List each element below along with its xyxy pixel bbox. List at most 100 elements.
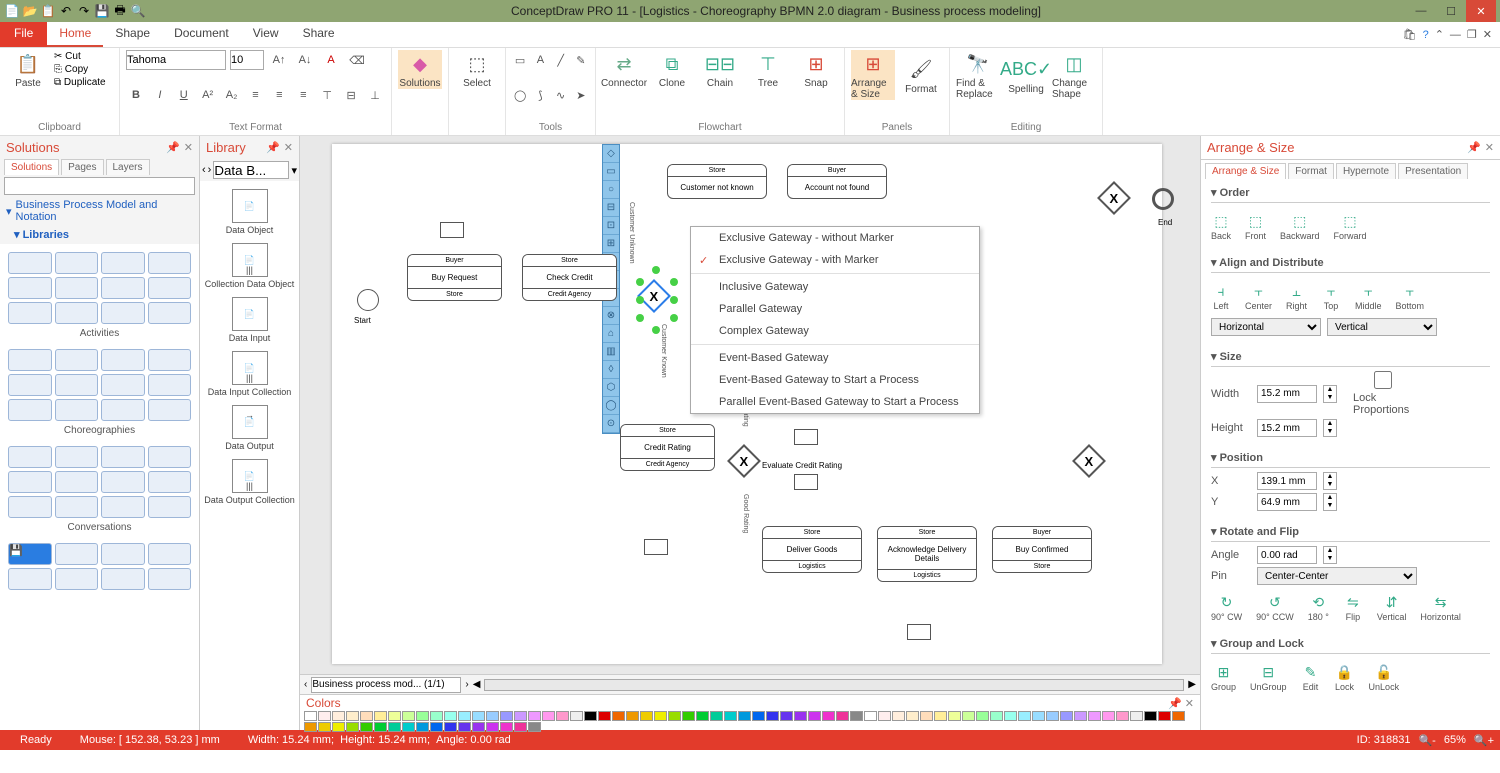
qat-copy-icon[interactable]: 📋	[40, 3, 56, 19]
panel-pin-icon[interactable]: 📌	[1467, 141, 1481, 154]
tab-hypernote[interactable]: Hypernote	[1336, 163, 1396, 179]
gateway-selected[interactable]: X	[642, 284, 666, 308]
node-cust-not-known[interactable]: Store Customer not known	[667, 164, 767, 199]
x-input[interactable]	[1257, 472, 1317, 490]
node-credit-rating[interactable]: Store Credit Rating Credit Agency	[620, 424, 715, 471]
align-top-button[interactable]: ⫟Top	[1321, 281, 1341, 311]
chain-button[interactable]: ⊟⊟Chain	[698, 50, 742, 89]
font-size-select[interactable]	[230, 50, 264, 70]
paste-button[interactable]: 📋Paste	[6, 50, 50, 89]
start-event[interactable]	[357, 289, 379, 311]
qat-open-icon[interactable]: 📂	[22, 3, 38, 19]
angle-input[interactable]	[1257, 546, 1317, 564]
node-deliver-goods[interactable]: Store Deliver Goods Logistics	[762, 526, 862, 573]
solutions-button[interactable]: ◆Solutions	[398, 50, 442, 89]
tool-arc-icon[interactable]: ⟆	[532, 85, 548, 105]
rotate-180-button[interactable]: ⟲180 °	[1308, 592, 1329, 622]
align-center-button[interactable]: ⫟Center	[1245, 281, 1272, 311]
dist-vertical-select[interactable]: Vertical	[1327, 318, 1437, 336]
close-button[interactable]: ✕	[1466, 0, 1496, 22]
solutions-tab[interactable]: Solutions	[4, 159, 59, 175]
align-top-icon[interactable]: ⊤	[317, 85, 337, 105]
ctx-item[interactable]: Exclusive Gateway - with Marker	[691, 249, 979, 271]
order-back-button[interactable]: ⬚Back	[1211, 211, 1231, 241]
ctx-item[interactable]: Event-Based Gateway to Start a Process	[691, 369, 979, 391]
help-icon[interactable]: ?	[1423, 29, 1429, 41]
rotate-90ccw-button[interactable]: ↺90° CCW	[1256, 592, 1294, 622]
gateway-top[interactable]: X	[1102, 186, 1126, 210]
window-maximize2-icon[interactable]: ❐	[1467, 28, 1477, 41]
align-left-icon[interactable]: ≡	[246, 85, 266, 105]
node-buy-request[interactable]: Buyer Buy Request Store	[407, 254, 502, 301]
shape-data-output-collection[interactable]: 📄|||Data Output Collection	[204, 455, 295, 509]
ctx-item[interactable]: Complex Gateway	[691, 320, 979, 342]
tree-button[interactable]: ⊤Tree	[746, 50, 790, 89]
gateway-merge[interactable]: X	[1077, 449, 1101, 473]
align-right-button[interactable]: ⫠Right	[1286, 281, 1307, 311]
window-close2-icon[interactable]: ✕	[1483, 28, 1492, 41]
layers-tab[interactable]: Layers	[106, 159, 150, 175]
tool-pen-icon[interactable]: ✎	[573, 50, 589, 70]
pin-select[interactable]: Center-Center	[1257, 567, 1417, 585]
shape-data-input[interactable]: 📄Data Input	[204, 293, 295, 347]
arrange-size-button[interactable]: ⊞Arrange & Size	[851, 50, 895, 100]
connector-button[interactable]: ⇄Connector	[602, 50, 646, 89]
select-button[interactable]: ⬚Select	[455, 50, 499, 89]
ctx-item[interactable]: Parallel Event-Based Gateway to Start a …	[691, 391, 979, 413]
tool-text-icon[interactable]: A	[532, 50, 548, 70]
order-front-button[interactable]: ⬚Front	[1245, 211, 1266, 241]
shape-data-output[interactable]: 📄→Data Output	[204, 401, 295, 455]
shape-collection-data-object[interactable]: 📄|||Collection Data Object	[204, 239, 295, 293]
bold-icon[interactable]: B	[126, 85, 146, 105]
lock-proportions-checkbox[interactable]	[1353, 371, 1413, 389]
shape-data-input-collection[interactable]: 📄|||Data Input Collection	[204, 347, 295, 401]
tab-view[interactable]: View	[241, 22, 291, 47]
group-button[interactable]: ⊞Group	[1211, 662, 1236, 692]
tab-arrange[interactable]: Arrange & Size	[1205, 163, 1286, 179]
clear-format-icon[interactable]: ⌫	[346, 50, 368, 70]
height-input[interactable]	[1257, 419, 1317, 437]
qat-print-icon[interactable]: 🖶	[112, 3, 128, 19]
align-center-icon[interactable]: ≡	[269, 85, 289, 105]
grow-font-icon[interactable]: A↑	[268, 50, 290, 70]
align-bottom-icon[interactable]: ⊥	[365, 85, 385, 105]
lib-pin-icon[interactable]: 📌	[266, 141, 280, 154]
zoom-out-icon[interactable]: 🔍-	[1418, 734, 1435, 747]
solutions-search-input[interactable]	[4, 177, 195, 195]
lib-next-icon[interactable]: ›	[208, 164, 212, 176]
solution-tree-item[interactable]: ▾Business Process Model and Notation	[0, 197, 199, 225]
order-forward-button[interactable]: ⬚Forward	[1334, 211, 1367, 241]
align-right-icon[interactable]: ≡	[293, 85, 313, 105]
format-button[interactable]: 🖌Format	[899, 56, 943, 95]
tab-home[interactable]: Home	[47, 22, 103, 47]
qat-redo-icon[interactable]: ↷	[76, 3, 92, 19]
tab-presentation[interactable]: Presentation	[1398, 163, 1468, 179]
lib-menu-icon[interactable]: ▾	[291, 164, 297, 177]
end-event[interactable]	[1152, 188, 1174, 210]
align-bottom-button[interactable]: ⫟Bottom	[1396, 281, 1425, 311]
gateway-eval[interactable]: X	[732, 449, 756, 473]
ctx-item[interactable]: Event-Based Gateway	[691, 347, 979, 369]
clone-button[interactable]: ⧉Clone	[650, 50, 694, 89]
flip-button[interactable]: ⇋Flip	[1343, 592, 1363, 622]
qat-save-icon[interactable]: 💾	[94, 3, 110, 19]
colors-pin-icon[interactable]: 📌	[1168, 698, 1182, 710]
maximize-button[interactable]: ☐	[1436, 0, 1466, 22]
lock-button[interactable]: 🔒Lock	[1335, 662, 1355, 692]
colors-close-icon[interactable]: ✕	[1185, 698, 1194, 710]
spelling-button[interactable]: ABC✓Spelling	[1004, 56, 1048, 95]
node-buy-confirmed[interactable]: Buyer Buy Confirmed Store	[992, 526, 1092, 573]
window-restore-icon[interactable]: —	[1450, 29, 1461, 41]
store-icon[interactable]: 🛍	[1403, 28, 1417, 41]
lib-selector[interactable]	[213, 161, 289, 179]
zoom-in-icon[interactable]: 🔍+	[1474, 734, 1494, 747]
zoom-value[interactable]: 65%	[1444, 734, 1466, 747]
file-menu[interactable]: File	[0, 22, 47, 47]
cut-button[interactable]: ✂ Cut	[54, 51, 106, 62]
minimize-button[interactable]: —	[1406, 0, 1436, 22]
pin-icon[interactable]: 📌	[166, 141, 180, 154]
dist-horizontal-select[interactable]: Horizontal	[1211, 318, 1321, 336]
drawing-canvas[interactable]: ◇▭○⊟⊡⊞≡⊕◐⊗⌂▥◊⬡◯⊙ Start Buyer Buy Request…	[332, 144, 1162, 664]
horizontal-scrollbar[interactable]	[484, 679, 1184, 691]
tool-curve-icon[interactable]: ∿	[553, 85, 569, 105]
